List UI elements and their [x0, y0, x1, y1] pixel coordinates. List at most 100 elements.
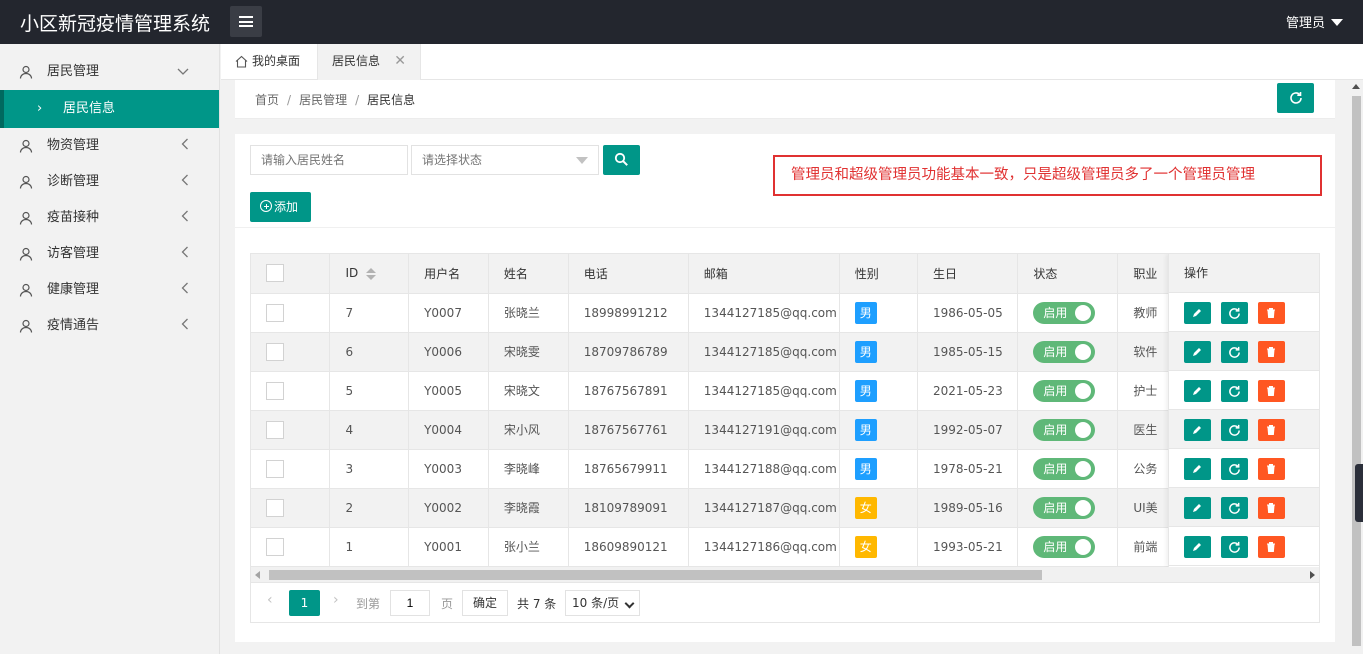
toggle-knob: [1075, 343, 1092, 360]
select-all-checkbox[interactable]: [266, 264, 284, 283]
status-toggle[interactable]: 启用: [1033, 457, 1096, 480]
resident-name-input[interactable]: [250, 145, 408, 175]
row-checkbox[interactable]: [266, 381, 284, 400]
tab-label: 居民信息: [332, 54, 381, 68]
edit-button[interactable]: [1184, 536, 1211, 558]
column-header-id[interactable]: ID: [329, 254, 410, 294]
search-button[interactable]: [603, 145, 640, 175]
prev-page-icon[interactable]: ‹: [267, 592, 273, 608]
sidebar-item-diagnosis[interactable]: 诊断管理: [0, 164, 219, 200]
status-select[interactable]: 请选择状态: [411, 145, 599, 175]
cell-gender: 男: [839, 449, 919, 489]
status-toggle[interactable]: 启用: [1033, 535, 1096, 558]
menu-toggle-button[interactable]: [230, 6, 262, 37]
cell-name: 宋小风: [488, 410, 569, 450]
row-checkbox[interactable]: [266, 342, 284, 361]
cell-email: 1344127185@qq.com: [688, 371, 840, 411]
cell-phone: 18609890121: [568, 527, 689, 567]
gender-badge: 女: [854, 535, 877, 558]
refresh-icon: [1229, 541, 1240, 553]
breadcrumb-section[interactable]: 居民管理: [299, 93, 347, 107]
user-icon: [19, 247, 33, 261]
sidebar-item-supplies[interactable]: 物资管理: [0, 128, 219, 164]
gender-badge: 男: [854, 418, 877, 441]
scrollbar-thumb[interactable]: [269, 570, 1042, 580]
sidebar-item-label: 疫苗接种: [47, 210, 100, 225]
edit-button[interactable]: [1184, 458, 1211, 480]
reset-password-button[interactable]: [1221, 458, 1248, 480]
select-cell: [251, 410, 331, 450]
reset-password-button[interactable]: [1221, 341, 1248, 363]
delete-button[interactable]: [1258, 497, 1285, 519]
delete-button[interactable]: [1258, 419, 1285, 441]
delete-button[interactable]: [1258, 380, 1285, 402]
status-toggle[interactable]: 启用: [1033, 379, 1096, 402]
status-toggle[interactable]: 启用: [1033, 340, 1096, 363]
edit-button[interactable]: [1184, 302, 1211, 324]
page-number-current[interactable]: 1: [289, 590, 320, 616]
row-checkbox[interactable]: [266, 537, 284, 556]
total-count: 共 7 条: [517, 597, 557, 611]
cell-phone: 18765679911: [568, 449, 689, 489]
user-menu-label: 管理员: [1285, 16, 1325, 31]
sidebar-item-notices[interactable]: 疫情通告: [0, 308, 219, 344]
add-button[interactable]: 添加: [250, 192, 311, 222]
tab-resident-info[interactable]: 居民信息 ✕: [317, 44, 421, 80]
delete-button[interactable]: [1258, 536, 1285, 558]
sidebar-subitem-resident-info[interactable]: › 居民信息: [0, 90, 219, 128]
next-page-icon[interactable]: ›: [333, 592, 339, 608]
sort-icon[interactable]: [366, 267, 377, 280]
row-checkbox[interactable]: [266, 420, 284, 439]
row-checkbox[interactable]: [266, 303, 284, 322]
reset-password-button[interactable]: [1221, 497, 1248, 519]
tab-home[interactable]: 我的桌面: [235, 44, 300, 80]
sidebar-item-vaccination[interactable]: 疫苗接种: [0, 200, 219, 236]
edit-button[interactable]: [1184, 419, 1211, 441]
edit-button[interactable]: [1184, 497, 1211, 519]
scroll-up-icon[interactable]: [1352, 84, 1360, 89]
operations-row: [1169, 410, 1319, 449]
cell-gender: 男: [839, 293, 919, 333]
sidebar-item-health[interactable]: 健康管理: [0, 272, 219, 308]
cell-birthday: 1992-05-07: [917, 410, 1019, 450]
delete-button[interactable]: [1258, 302, 1285, 324]
breadcrumb-home[interactable]: 首页: [255, 93, 279, 107]
reset-password-button[interactable]: [1221, 536, 1248, 558]
refresh-icon: [1290, 92, 1302, 104]
scrollbar-thumb[interactable]: [1352, 96, 1361, 646]
scroll-left-icon[interactable]: [255, 571, 260, 579]
edit-button[interactable]: [1184, 380, 1211, 402]
delete-button[interactable]: [1258, 458, 1285, 480]
sidebar-item-label: 诊断管理: [47, 174, 100, 189]
status-toggle[interactable]: 启用: [1033, 418, 1096, 441]
cell-status: 启用: [1017, 449, 1119, 489]
sidebar-item-visitors[interactable]: 访客管理: [0, 236, 219, 272]
user-menu[interactable]: 管理员: [1286, 12, 1343, 31]
status-select-placeholder: 请选择状态: [422, 153, 483, 167]
scroll-right-icon[interactable]: [1310, 571, 1315, 579]
reset-password-button[interactable]: [1221, 380, 1248, 402]
edit-button[interactable]: [1184, 341, 1211, 363]
page-size-select[interactable]: 10 条/页: [565, 590, 640, 616]
sidebar-item-resident-management[interactable]: 居民管理: [0, 54, 219, 90]
row-checkbox[interactable]: [266, 498, 284, 517]
reset-password-button[interactable]: [1221, 302, 1248, 324]
close-icon[interactable]: ✕: [394, 44, 406, 78]
page-jump-confirm-button[interactable]: 确定: [462, 590, 508, 616]
cell-id: 2: [329, 488, 410, 528]
reset-password-button[interactable]: [1221, 419, 1248, 441]
horizontal-scrollbar[interactable]: [251, 567, 1319, 582]
column-header-username: 用户名: [408, 254, 489, 294]
delete-button[interactable]: [1258, 341, 1285, 363]
vertical-scrollbar[interactable]: [1350, 80, 1363, 654]
row-checkbox[interactable]: [266, 459, 284, 478]
refresh-button[interactable]: [1277, 83, 1314, 113]
breadcrumb-card: 首页 / 居民管理 / 居民信息: [235, 80, 1335, 119]
cell-name: 李晓霞: [488, 488, 569, 528]
status-toggle[interactable]: 启用: [1033, 496, 1096, 519]
side-widget[interactable]: [1355, 464, 1363, 522]
page-jump-input[interactable]: [390, 590, 430, 616]
status-toggle[interactable]: 启用: [1033, 301, 1096, 324]
refresh-icon: [1229, 307, 1240, 319]
gender-badge: 男: [854, 457, 877, 480]
